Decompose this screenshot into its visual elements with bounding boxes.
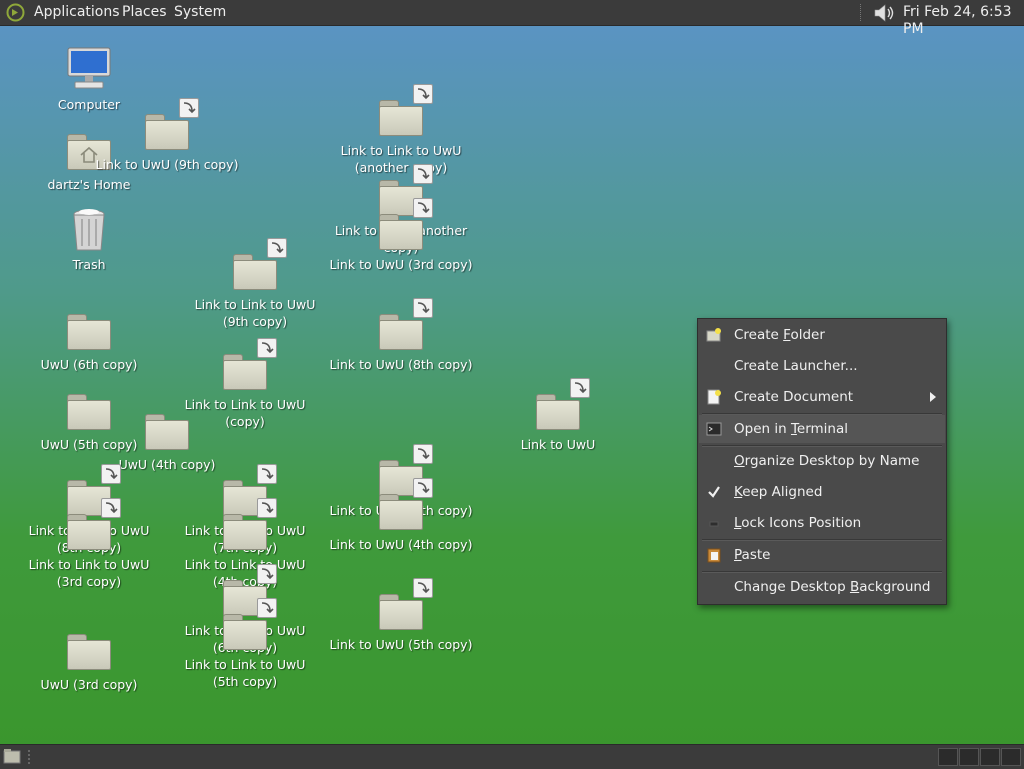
desktop-icon-link[interactable]: Link to Link to UwU (another copy) <box>326 84 476 176</box>
folder-icon <box>379 214 423 250</box>
link-arrow-icon <box>413 298 433 318</box>
folder-icon <box>223 614 267 650</box>
icon-label: Link to UwU (3rd copy) <box>329 257 473 272</box>
desktop-icon-link[interactable]: Link to Link to UwU (3rd copy) <box>14 498 164 590</box>
icon-label: Link to Link to UwU (another copy) <box>340 143 462 175</box>
icon-label: Link to Link to UwU (9th copy) <box>194 297 316 329</box>
folder-icon <box>536 394 580 430</box>
bottom-panel <box>0 744 1024 769</box>
link-arrow-icon <box>257 498 277 518</box>
folder-icon <box>379 594 423 630</box>
menu-places[interactable]: Places <box>122 4 167 21</box>
menu-paste[interactable]: Paste <box>699 541 945 569</box>
icon-label: Link to UwU (5th copy) <box>329 637 473 652</box>
desktop-icon-folder[interactable]: UwU (4th copy) <box>92 406 242 473</box>
link-arrow-icon <box>257 338 277 358</box>
clock[interactable]: Fri Feb 24, 6:53 PM <box>903 4 1024 38</box>
new-document-icon <box>707 389 721 405</box>
link-arrow-icon <box>413 84 433 104</box>
icon-label: Trash <box>72 257 106 272</box>
desktop-icon-folder[interactable]: UwU (6th copy) <box>14 306 164 373</box>
new-folder-icon <box>706 328 721 342</box>
icon-label: Link to UwU (8th copy) <box>329 357 473 372</box>
link-arrow-icon <box>413 478 433 498</box>
folder-icon <box>67 634 111 670</box>
icon-label: Link to UwU (9th copy) <box>95 157 239 172</box>
show-desktop-icon[interactable] <box>3 748 21 765</box>
icon-label: Link to Link to UwU (3rd copy) <box>28 557 150 589</box>
icon-label: UwU (3rd copy) <box>40 677 138 692</box>
link-arrow-icon <box>101 464 121 484</box>
top-panel: Applications Places System Fri Feb 24, 6… <box>0 0 1024 37</box>
terminal-icon <box>706 422 722 436</box>
distro-logo-icon[interactable] <box>6 3 25 22</box>
icon-label: dartz's Home <box>47 177 131 192</box>
volume-icon[interactable] <box>870 2 896 24</box>
desktop-icon-folder[interactable]: UwU (3rd copy) <box>14 626 164 693</box>
desktop-icon-link[interactable]: Link to UwU (5th copy) <box>326 578 476 653</box>
link-arrow-icon <box>257 598 277 618</box>
link-arrow-icon <box>257 464 277 484</box>
menu-open-in-terminal[interactable]: Open in Terminal <box>699 415 945 443</box>
desktop-icon-link[interactable]: Link to Link to UwU (9th copy) <box>180 238 330 330</box>
icon-label: UwU (6th copy) <box>40 357 138 372</box>
desktop-icon-link[interactable]: Link to UwU (4th copy) <box>326 478 476 553</box>
menu-applications[interactable]: Applications <box>34 4 120 21</box>
menu-keep-aligned[interactable]: Keep Aligned <box>699 478 945 506</box>
folder-icon <box>67 314 111 350</box>
menu-lock-icons-position[interactable]: Lock Icons Position <box>699 509 945 537</box>
link-arrow-icon <box>101 498 121 518</box>
folder-icon <box>223 514 267 550</box>
folder-icon <box>145 414 189 450</box>
folder-icon <box>379 314 423 350</box>
desktop-icon-link[interactable]: Link to UwU (9th copy) <box>92 98 242 173</box>
lock-checkbox-icon <box>709 521 719 527</box>
menu-create-document[interactable]: Create Document <box>699 383 945 411</box>
icon-label: Link to UwU <box>520 437 596 452</box>
panel-grip[interactable] <box>28 750 33 764</box>
link-arrow-icon <box>413 198 433 218</box>
desktop-icon-link[interactable]: Link to Link to UwU (5th copy) <box>170 598 320 690</box>
workspace-1[interactable] <box>938 748 958 766</box>
desktop-icon-link[interactable]: Link to UwU <box>483 378 633 453</box>
link-arrow-icon <box>257 564 277 584</box>
link-arrow-icon <box>413 578 433 598</box>
menu-create-folder[interactable]: Create Folder <box>699 321 945 349</box>
folder-icon <box>67 514 111 550</box>
menu-system[interactable]: System <box>174 4 226 21</box>
desktop-icon-link[interactable]: Link to UwU (3rd copy) <box>326 198 476 273</box>
workspace-3[interactable] <box>980 748 1000 766</box>
link-arrow-icon <box>413 164 433 184</box>
desktop-icon-link[interactable]: Link to UwU (8th copy) <box>326 298 476 373</box>
checkmark-icon <box>708 486 720 498</box>
link-arrow-icon <box>179 98 199 118</box>
workspace-4[interactable] <box>1001 748 1021 766</box>
folder-icon <box>223 354 267 390</box>
folder-icon <box>145 114 189 150</box>
menu-organize-by-name[interactable]: Organize Desktop by Name <box>699 447 945 475</box>
submenu-arrow-icon <box>930 392 936 402</box>
workspace-2[interactable] <box>959 748 979 766</box>
link-arrow-icon <box>413 444 433 464</box>
menu-create-launcher[interactable]: Create Launcher... <box>699 352 945 380</box>
desktop-icon-trash[interactable]: Trash <box>14 206 164 273</box>
trash-icon <box>73 209 105 251</box>
menu-change-background[interactable]: Change Desktop Background <box>699 573 945 601</box>
link-arrow-icon <box>570 378 590 398</box>
folder-icon <box>379 100 423 136</box>
desktop-icon-computer[interactable]: Computer <box>14 46 164 113</box>
icon-label: Link to UwU (4th copy) <box>329 537 473 552</box>
link-arrow-icon <box>267 238 287 258</box>
folder-icon <box>379 494 423 530</box>
icon-label: Link to Link to UwU (5th copy) <box>184 657 306 689</box>
computer-icon <box>67 47 111 89</box>
desktop-context-menu: Create Folder Create Launcher... Create … <box>697 318 947 605</box>
folder-icon <box>233 254 277 290</box>
panel-separator <box>860 4 863 21</box>
paste-icon <box>707 548 721 563</box>
